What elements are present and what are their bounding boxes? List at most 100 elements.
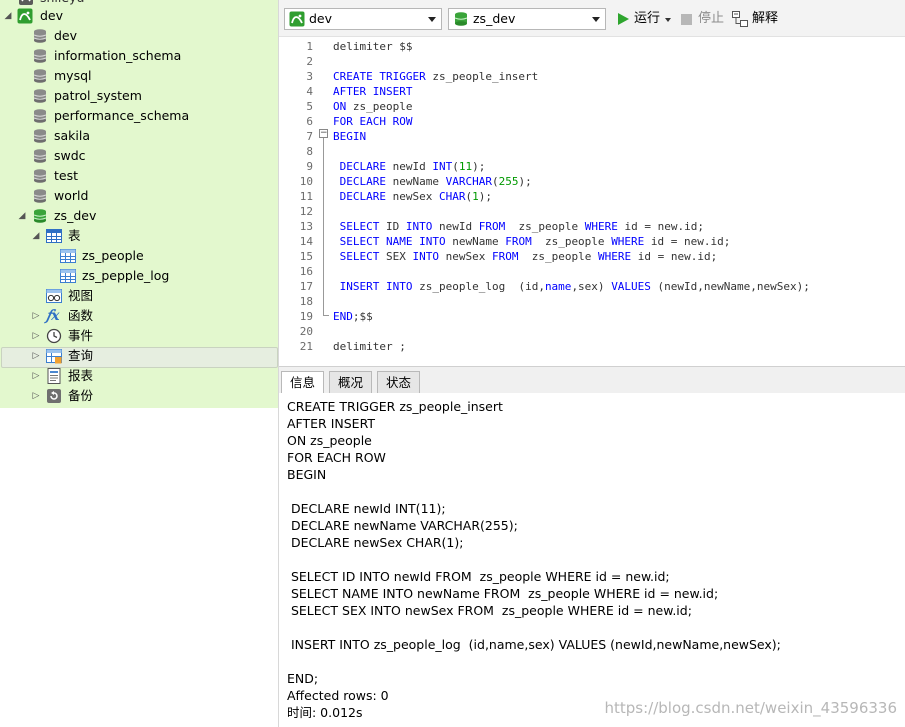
tree-folder-views[interactable]: 视图: [0, 286, 278, 306]
line-number: 14: [299, 235, 313, 248]
database-label: swdc: [54, 148, 86, 163]
message-line: END;: [287, 671, 319, 686]
message-line: INSERT INTO zs_people_log (id,name,sex) …: [287, 637, 781, 652]
line-number: 9: [306, 160, 313, 173]
tree-folder-functions[interactable]: ▷ 𝑓x 函数: [0, 306, 278, 326]
explain-label: 解释: [752, 11, 779, 26]
tab-status[interactable]: 状态: [377, 371, 421, 393]
message-line: ON zs_people: [287, 433, 372, 448]
tree-table[interactable]: zs_people: [0, 246, 278, 266]
code-line: delimiter $$: [333, 40, 413, 53]
tree-database-open[interactable]: ◢ zs_dev: [0, 206, 278, 226]
code-line: SELECT NAME INTO newName FROM zs_people …: [339, 235, 731, 248]
database-label: information_schema: [54, 48, 182, 63]
tree-database[interactable]: mysql: [0, 66, 278, 86]
queries-folder-label: 查询: [68, 348, 94, 363]
tab-profile[interactable]: 概况: [329, 371, 373, 393]
line-number: 1: [306, 40, 313, 53]
message-line: DECLARE newName VARCHAR(255);: [287, 518, 518, 533]
tree-folder-events[interactable]: ▷ 事件: [0, 326, 278, 346]
dropdown-arrow-icon[interactable]: [665, 18, 671, 22]
line-number: 17: [299, 280, 313, 293]
message-output: CREATE TRIGGER zs_people_insert AFTER INS…: [279, 393, 905, 727]
message-line: SELECT SEX INTO newSex FROM zs_people WH…: [287, 603, 692, 618]
line-number: 18: [299, 295, 313, 308]
fold-toggle-icon[interactable]: −: [319, 129, 328, 138]
tree-database[interactable]: test: [0, 166, 278, 186]
tree-database[interactable]: patrol_system: [0, 86, 278, 106]
tree-database[interactable]: information_schema: [0, 46, 278, 66]
views-folder-icon: [46, 289, 62, 303]
line-number: 11: [299, 190, 313, 203]
tree-connection-label: dev: [40, 8, 64, 23]
message-line: AFTER INSERT: [287, 416, 375, 431]
tree-database[interactable]: world: [0, 186, 278, 206]
tree-database[interactable]: dev: [0, 26, 278, 46]
tree-database[interactable]: performance_schema: [0, 106, 278, 126]
message-line: Affected rows: 0: [287, 688, 389, 703]
tree-database[interactable]: sakila: [0, 126, 278, 146]
table-icon: [60, 249, 76, 263]
collapsed-triangle-icon[interactable]: ▷: [31, 386, 41, 406]
database-select[interactable]: zs_dev: [448, 8, 606, 30]
explain-icon: [732, 11, 748, 27]
code-line: INSERT INTO zs_people_log (id,name,sex) …: [339, 280, 810, 293]
stop-button[interactable]: 停止: [680, 8, 728, 30]
sql-editor[interactable]: 1 2 3 4 5 6 7 8 9 10 11 12 13 14 15 16 17 18 19 20 21 − deli…: [279, 37, 905, 365]
message-line: SELECT NAME INTO newName FROM zs_people …: [287, 586, 719, 601]
backups-folder-label: 备份: [68, 388, 94, 403]
code-line: CREATE TRIGGER zs_people_insert: [333, 70, 539, 83]
stop-label: 停止: [698, 11, 725, 26]
database-icon: [33, 169, 47, 183]
message-line: CREATE TRIGGER zs_people_insert: [287, 399, 503, 414]
chevron-down-icon: [592, 17, 600, 22]
tree-table[interactable]: zs_pepple_log: [0, 266, 278, 286]
database-label: mysql: [54, 68, 92, 83]
tab-message[interactable]: 信息: [281, 371, 325, 394]
tree-connection-dev[interactable]: ◢ dev: [0, 6, 278, 26]
tree-database[interactable]: swdc: [0, 146, 278, 166]
table-label: zs_pepple_log: [82, 268, 170, 283]
run-label: 运行: [634, 11, 661, 26]
run-button[interactable]: 运行: [616, 8, 676, 30]
code-line: DECLARE newSex CHAR(1);: [339, 190, 492, 203]
tree-folder-tables[interactable]: ◢ 表: [0, 226, 278, 246]
line-number: 6: [306, 115, 313, 128]
gutter-separator: [316, 37, 317, 365]
tables-folder-label: 表: [68, 228, 81, 243]
line-number: 15: [299, 250, 313, 263]
database-icon: [33, 129, 47, 143]
tree-folder-reports[interactable]: ▷ 报表: [0, 366, 278, 386]
object-navigator: shileyu ◢ dev dev information_schema mys…: [0, 0, 279, 727]
line-number: 7: [306, 130, 313, 143]
connection-select[interactable]: dev: [284, 8, 442, 30]
code-line: delimiter ;: [333, 340, 406, 353]
query-icon: [46, 349, 62, 364]
line-number: 10: [299, 175, 313, 188]
clock-icon: [46, 328, 62, 344]
code-line: SELECT SEX INTO newSex FROM zs_people WH…: [339, 250, 718, 263]
tables-folder-icon: [46, 229, 62, 243]
expanded-triangle-icon[interactable]: ◢: [3, 6, 13, 26]
events-folder-label: 事件: [68, 328, 94, 343]
tree-folder-queries[interactable]: ▷ 查询: [0, 346, 278, 366]
database-label: test: [54, 168, 79, 183]
code-line: ON zs_people: [333, 100, 413, 113]
expanded-triangle-icon[interactable]: ◢: [17, 206, 27, 226]
code-line: SELECT ID INTO newId FROM zs_people WHER…: [339, 220, 704, 233]
report-icon: [47, 368, 61, 384]
message-line: DECLARE newSex CHAR(1);: [287, 535, 464, 550]
collapsed-triangle-icon[interactable]: ▷: [31, 346, 41, 366]
tree-folder-backups[interactable]: ▷ 备份: [0, 386, 278, 406]
collapsed-triangle-icon[interactable]: ▷: [31, 306, 41, 326]
line-number: 5: [306, 100, 313, 113]
explain-button[interactable]: 解释: [732, 8, 784, 30]
database-select-value: zs_dev: [473, 11, 516, 26]
database-icon: [33, 49, 47, 63]
collapsed-triangle-icon[interactable]: ▷: [31, 366, 41, 386]
expanded-triangle-icon[interactable]: ◢: [31, 226, 41, 246]
message-line: DECLARE newId INT(11);: [287, 501, 446, 516]
query-toolbar: dev zs_dev 运行 停止 解释: [279, 0, 905, 37]
collapsed-triangle-icon[interactable]: ▷: [31, 326, 41, 346]
connection-select-value: dev: [309, 11, 333, 26]
